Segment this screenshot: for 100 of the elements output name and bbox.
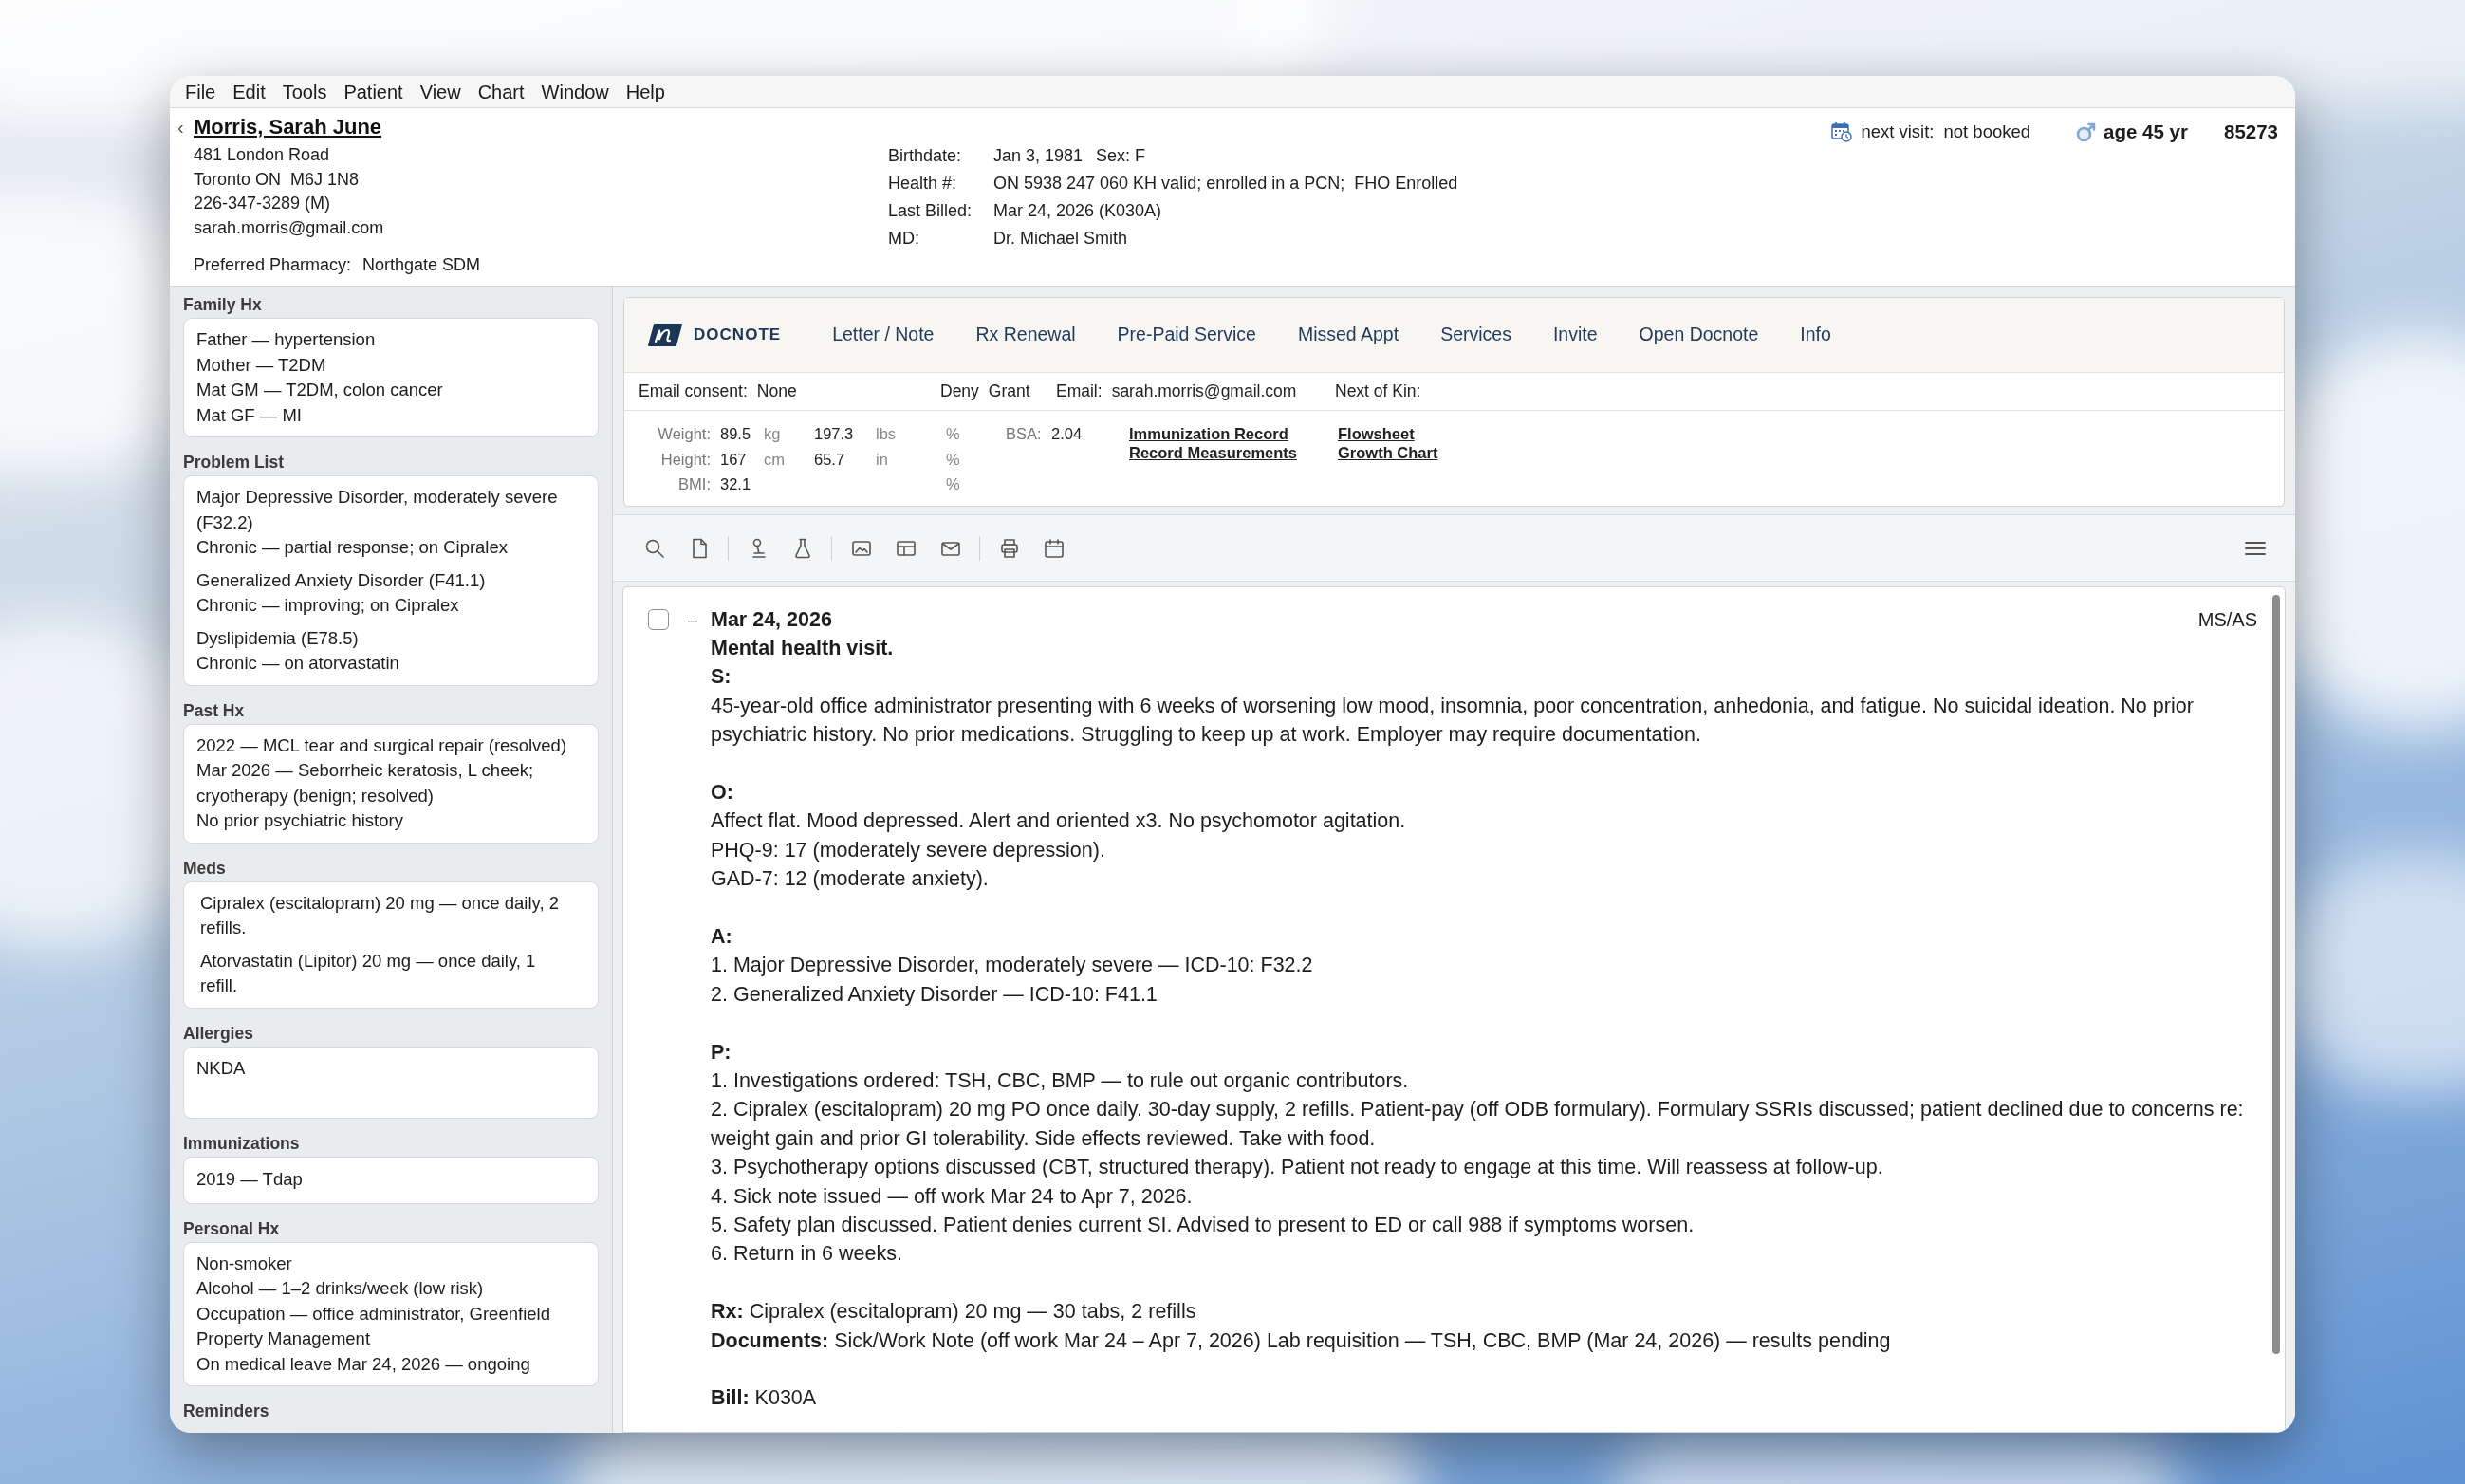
menu-item[interactable]: Help: [618, 76, 673, 107]
note-date: Mar 24, 2026: [711, 607, 832, 633]
menu-item[interactable]: View: [412, 76, 469, 107]
note-line: 2. Generalized Anxiety Disorder — ICD-10: F41.1: [711, 981, 1158, 1008]
nav-link[interactable]: Services: [1440, 321, 1511, 349]
section-title: Personal Hx: [183, 1217, 281, 1239]
vital-value: 65.7: [814, 449, 846, 470]
vital-label: BSA:: [1006, 424, 1043, 444]
note-line: 1. Investigations ordered: TSH, CBC, BMP — to rule out organic contributors.: [711, 1068, 1410, 1095]
percentile-label: %: [946, 449, 961, 470]
history-line: 2022 — MCL tear and surgical repair (resolved): [196, 733, 568, 757]
field-value: sarah.morris@gmail.com: [1111, 380, 1297, 403]
section-title: Meds: [183, 857, 227, 879]
calendar-clock-icon: [1831, 121, 1853, 142]
section-title: Past Hx: [183, 699, 246, 721]
nav-link[interactable]: Open Docnote: [1639, 321, 1759, 349]
field-label: Email consent:: [639, 380, 748, 403]
male-symbol-icon: [2076, 121, 2097, 142]
history-line: Mother — T2DM: [196, 353, 327, 377]
note-line: 5. Safety plan discussed. Patient denies current SI. Advised to present to ED or call 988 if symptoms worsen.: [711, 1213, 1696, 1239]
menu-item[interactable]: File: [177, 76, 224, 107]
chart-link[interactable]: Record Measurements: [1129, 443, 1297, 462]
consent-option[interactable]: Deny: [940, 379, 979, 404]
note-line: Rx: Cipralex (escitalopram) 20 mg — 30 tabs, 2 refills: [711, 1299, 1197, 1326]
menu-item[interactable]: Window: [533, 76, 617, 107]
field-value: Jan 3, 1981: [993, 145, 1084, 167]
consent-option[interactable]: Grant: [988, 379, 1030, 404]
contact-line: 481 London Road: [194, 144, 331, 166]
nav-link[interactable]: Invite: [1552, 321, 1598, 349]
vital-value: 89.5: [720, 424, 752, 444]
field-label: Health #:: [888, 173, 958, 195]
nav-link[interactable]: Rx Renewal: [975, 321, 1076, 349]
patient-name[interactable]: Morris, Sarah June: [194, 114, 382, 140]
vital-value: 167: [720, 449, 748, 470]
section-title: Reminders: [183, 1401, 270, 1421]
vital-label: Height:: [659, 449, 712, 470]
menu-icon[interactable]: [2245, 540, 2266, 556]
field-value: Sex: F: [1096, 145, 1146, 167]
note-checkbox[interactable]: [648, 609, 669, 630]
field-value: Northgate SDM: [362, 254, 481, 276]
section-title: Family Hx: [183, 294, 263, 315]
logo-icon: [647, 324, 683, 346]
note-line: 45-year-old office administrator presenting with 6 weeks of worsening low mood, insomnia, poor concentration, anhedonia, and fatigue. No suicidal ideation. No prior psychiatric history. No prior medications. Struggling to keep up at work. Employer may require documentation.: [711, 693, 2195, 749]
field-label: next visit:: [1861, 121, 1935, 143]
contact-line: 226-347-3289 (M): [194, 193, 332, 214]
back-button[interactable]: ‹: [177, 114, 194, 140]
nav-link[interactable]: Missed Appt: [1297, 321, 1399, 349]
nav-link[interactable]: Letter / Note: [832, 321, 935, 349]
nav-link[interactable]: Info: [1800, 321, 1831, 349]
vital-value: 2.04: [1051, 424, 1083, 444]
menu-item[interactable]: Tools: [274, 76, 335, 107]
history-line: Mat GM — T2DM, colon cancer: [196, 379, 444, 401]
vital-value: 32.1: [720, 474, 752, 494]
history-line: Generalized Anxiety Disorder (F41.1): [196, 568, 487, 592]
history-line: On medical leave Mar 24, 2026 — ongoing: [196, 1352, 531, 1376]
field-value: not booked: [1943, 121, 2031, 143]
menu-item[interactable]: Edit: [225, 76, 273, 107]
history-line: No prior psychiatric history: [196, 809, 404, 832]
note-line: Affect flat. Mood depressed. Alert and oriented x3. No psychomotor agitation.: [711, 808, 1407, 835]
patient-age: age 45 yr: [2104, 120, 2188, 144]
nav-link[interactable]: Pre-Paid Service: [1117, 321, 1256, 349]
author-initials: MS/AS: [2197, 608, 2257, 632]
section-title: Allergies: [183, 1022, 254, 1044]
chart-link[interactable]: Flowsheet: [1338, 424, 1415, 443]
percentile-label: %: [946, 474, 961, 494]
note-line: 6. Return in 6 weeks.: [711, 1241, 903, 1268]
chart-link[interactable]: Immunization Record: [1129, 424, 1288, 443]
section-heading: P:: [711, 1039, 732, 1066]
menu-item[interactable]: Chart: [470, 76, 532, 107]
field-label: Email:: [1056, 380, 1103, 403]
vital-label: BMI:: [677, 474, 712, 494]
percentile-label: %: [946, 424, 961, 444]
history-line: Mar 2026 — Seborrheic keratosis, L cheek; cryotherapy (benign; resolved): [196, 759, 535, 807]
history-line: Chronic — improving; on Cipralex: [196, 594, 460, 617]
section-heading: S:: [711, 664, 732, 691]
field-label: Last Billed:: [888, 200, 973, 222]
field-label: Preferred Pharmacy:: [194, 254, 352, 276]
field-value: Mar 24, 2026 (K030A): [993, 200, 1162, 222]
history-line: Cipralex (escitalopram) 20 mg — once daily, 2 refills.: [200, 891, 561, 939]
scrollbar[interactable]: [2272, 595, 2280, 1354]
collapse-toggle[interactable]: –: [687, 605, 698, 634]
chart-link[interactable]: Growth Chart: [1338, 443, 1438, 462]
field-label: Birthdate:: [888, 145, 963, 167]
field-label: Next of Kin:: [1335, 380, 1421, 403]
vital-label: Weight:: [657, 424, 712, 444]
menu-item[interactable]: Patient: [336, 76, 411, 107]
history-line: Father — hypertension: [196, 328, 377, 351]
note-title: Mental health visit.: [711, 636, 895, 661]
calendar-icon[interactable]: [1042, 536, 1066, 560]
unit-label: kg: [764, 424, 782, 444]
note-line: Documents: Sick/Work Note (off work Mar 24 – Apr 7, 2026) Lab requisition — TSH, CBC, BMP (Mar 24, 2026) — results pending: [711, 1327, 1892, 1354]
unit-label: cm: [764, 449, 786, 470]
note-line: GAD-7: 12 (moderate anxiety).: [711, 866, 990, 893]
note-line: PHQ-9: 17 (moderately severe depression).: [711, 837, 1106, 863]
section-title: Immunizations: [183, 1132, 301, 1154]
section-heading: O:: [711, 780, 734, 806]
history-line: Chronic — on atorvastatin: [196, 652, 400, 675]
field-value: None: [756, 380, 797, 403]
history-line: Mat GF — MI: [196, 403, 303, 427]
section-heading: A:: [711, 924, 733, 951]
